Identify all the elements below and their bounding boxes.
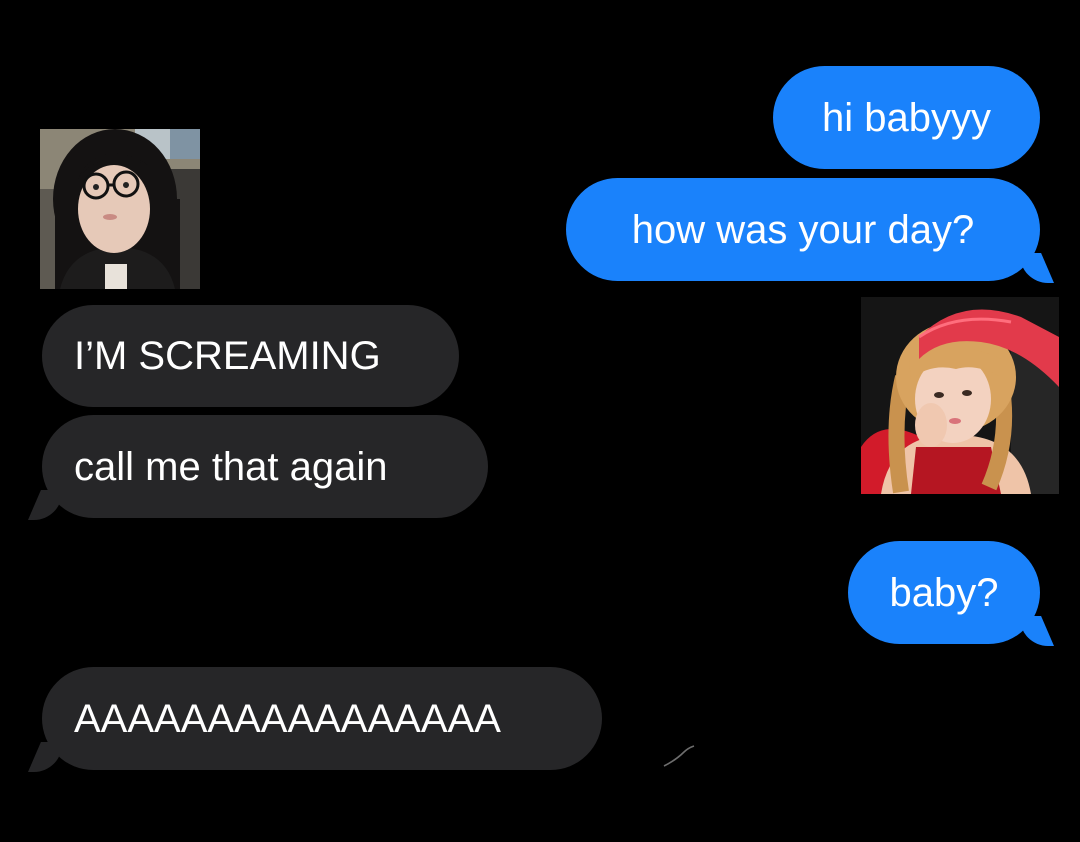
contact-photo-icon: [40, 129, 200, 289]
message-bubble-sent[interactable]: baby?: [848, 541, 1040, 644]
message-bubble-received[interactable]: AAAAAAAAAAAAAAAA: [42, 667, 602, 770]
message-bubble-received[interactable]: call me that again: [42, 415, 488, 518]
message-text: I’M SCREAMING: [74, 334, 381, 378]
message-bubble-received[interactable]: I’M SCREAMING: [42, 305, 459, 407]
message-bubble-sent[interactable]: hi babyyy: [773, 66, 1040, 169]
message-text: AAAAAAAAAAAAAAAA: [74, 696, 501, 741]
contact-photo-icon: [861, 297, 1059, 494]
message-text: how was your day?: [631, 207, 975, 252]
stray-scribble-icon: [663, 745, 695, 767]
left-contact-photo[interactable]: [40, 129, 200, 289]
message-text: call me that again: [74, 444, 388, 489]
message-text: baby?: [889, 570, 999, 615]
right-contact-photo[interactable]: [861, 297, 1059, 494]
message-text: hi babyyy: [822, 95, 991, 140]
message-bubble-sent[interactable]: how was your day?: [566, 178, 1040, 281]
